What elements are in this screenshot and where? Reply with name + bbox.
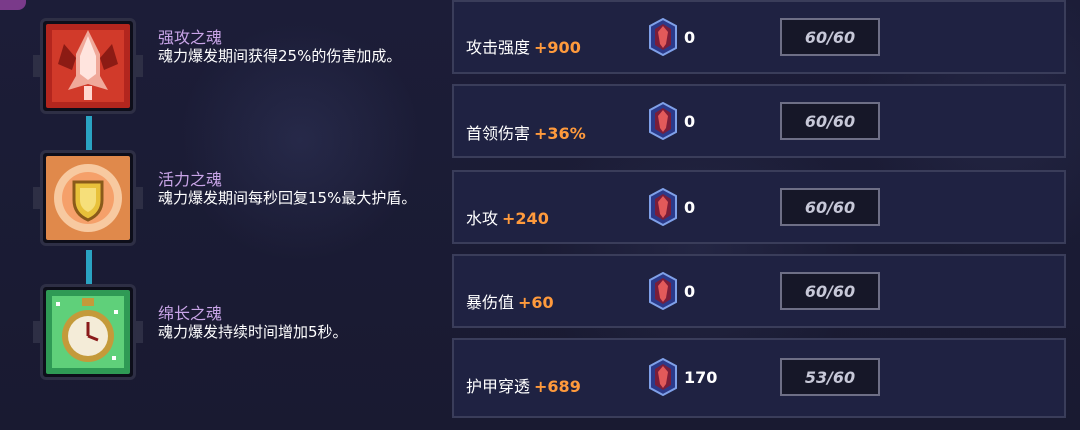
shield-icon[interactable] [33,150,143,246]
stat-bonus: +689 [534,377,581,396]
soul-description: 魂力爆发期间每秒回复15%最大护盾。 [158,189,417,207]
gem-icon [649,188,677,226]
level-indicator: 60/60 [780,272,880,310]
gem-count: 0 [684,282,696,301]
gem-icon [649,358,677,396]
stat-bonus: +36% [534,124,586,143]
stat-row-water-attack[interactable]: 水攻 +240 0 60/60 [452,170,1066,244]
stat-name: 攻击强度 [466,38,531,57]
stat-bonus: +900 [534,38,581,57]
level-indicator: 60/60 [780,18,880,56]
soul-description: 魂力爆发持续时间增加5秒。 [158,323,348,341]
soul-connector [86,250,92,286]
soul-item-endurance[interactable]: 绵长之魂 魂力爆发持续时间增加5秒。 [30,284,450,384]
gem-icon [649,18,677,56]
stat-row-boss-damage[interactable]: 首领伤害 +36% 0 60/60 [452,84,1066,158]
red-bomb-icon[interactable] [33,18,143,114]
gem-count: 0 [684,198,696,217]
stat-bonus: +240 [502,209,549,228]
soul-name: 绵长之魂 [158,304,223,323]
gem-count: 0 [684,28,696,47]
gem-icon [649,102,677,140]
stat-bonus: +60 [518,293,554,312]
stat-label: 暴伤值 +60 [466,289,554,313]
stat-name: 水攻 [466,209,499,228]
gem-count: 170 [684,368,718,387]
pocket-watch-icon[interactable] [33,284,143,380]
stat-row-crit-damage[interactable]: 暴伤值 +60 0 60/60 [452,254,1066,328]
stat-label: 护甲穿透 +689 [466,373,581,397]
stat-row-attack-power[interactable]: 攻击强度 +900 0 60/60 [452,0,1066,74]
soul-description: 魂力爆发期间获得25%的伤害加成。 [158,47,402,65]
gem-icon [649,272,677,310]
soul-connector [86,116,92,152]
gem-count: 0 [684,112,696,131]
stat-name: 护甲穿透 [466,377,531,396]
soul-name: 强攻之魂 [158,28,223,47]
stat-label: 水攻 +240 [466,205,549,229]
stat-label: 首领伤害 +36% [466,120,586,144]
level-indicator: 60/60 [780,102,880,140]
stat-name: 暴伤值 [466,293,515,312]
soul-item-strong-attack[interactable]: 强攻之魂 魂力爆发期间获得25%的伤害加成。 [30,18,450,118]
soul-item-vitality[interactable]: 活力之魂 魂力爆发期间每秒回复15%最大护盾。 [30,150,450,250]
level-indicator: 60/60 [780,188,880,226]
stat-row-armor-penetration[interactable]: 护甲穿透 +689 170 53/60 [452,338,1066,418]
stat-label: 攻击强度 +900 [466,34,581,58]
stat-name: 首领伤害 [466,124,531,143]
level-indicator: 53/60 [780,358,880,396]
soul-name: 活力之魂 [158,170,223,189]
panel-corner-decoration [0,0,26,10]
